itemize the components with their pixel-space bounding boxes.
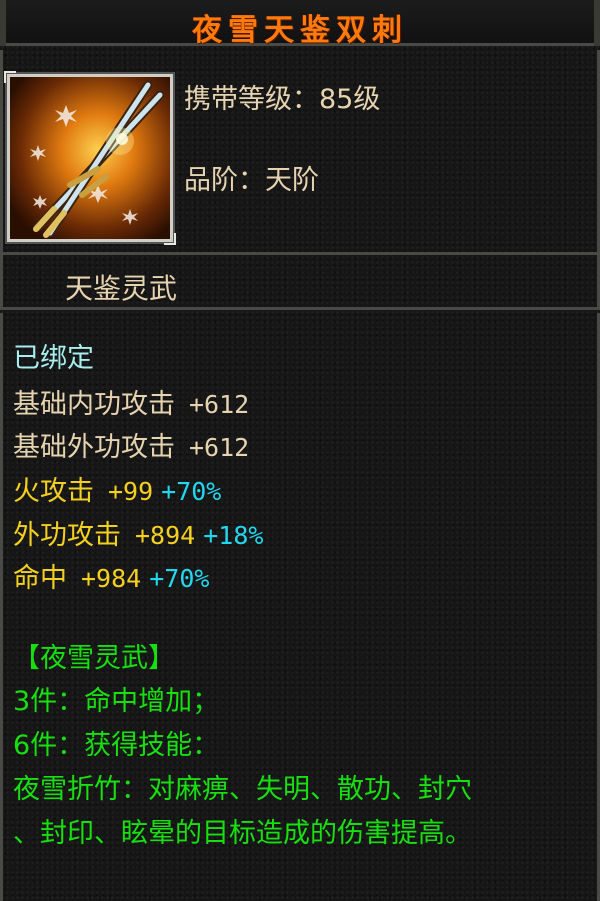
set-skill-line-1: 夜雪折竹：对麻痹、失明、散功、封穴 <box>13 774 472 805</box>
bonus-stat-value: +894 <box>135 521 196 550</box>
item-grade-value: 天阶 <box>265 165 319 196</box>
bonus-stat-name: 命中 <box>13 563 67 594</box>
item-grade-label: 品阶： <box>184 165 265 196</box>
twin-daggers-icon <box>10 77 170 239</box>
bonus-stat-name: 外功攻击 <box>13 520 121 551</box>
base-stat-name: 基础外功攻击 <box>13 432 175 463</box>
set-skill-line-2: 、封印、眩晕的目标造成的伤害提高。 <box>13 818 472 849</box>
base-stat-name: 基础内功攻击 <box>13 389 175 420</box>
item-icon-frame[interactable] <box>4 71 176 245</box>
bonus-stat-percent: +70% <box>161 477 222 506</box>
bonus-stat-value: +99 <box>108 477 154 506</box>
base-stat-row: 基础内功攻击 +612 <box>13 389 249 421</box>
bonus-stat-row: 命中 +984 +70% <box>13 563 209 595</box>
bound-status: 已绑定 <box>13 343 94 374</box>
bonus-stat-percent: +18% <box>203 521 264 550</box>
carry-level: 携带等级：85级 <box>184 77 380 116</box>
carry-level-value: 85级 <box>319 84 381 115</box>
set-title: 【夜雪灵武】 <box>13 643 175 674</box>
bonus-stat-row: 外功攻击 +894 +18% <box>13 520 263 552</box>
item-tooltip: 夜雪天鉴双刺 携带等级：85级 品阶：天阶 天鉴灵武 已绑定 基础内功攻击 +6… <box>0 0 600 901</box>
series-name: 天鉴灵武 <box>65 272 178 305</box>
set-bonus-3: 3件：命中增加； <box>13 686 220 717</box>
bonus-stat-value: +984 <box>81 564 142 593</box>
bonus-stat-row: 火攻击 +99 +70% <box>13 476 221 508</box>
set-bonus-6: 6件：获得技能： <box>13 730 220 761</box>
base-stat-value: +612 <box>189 433 250 462</box>
item-name: 夜雪天鉴双刺 <box>192 13 408 48</box>
base-stat-value: +612 <box>189 390 250 419</box>
bonus-stat-name: 火攻击 <box>13 476 94 507</box>
item-grade: 品阶：天阶 <box>184 158 319 197</box>
carry-level-label: 携带等级： <box>184 84 319 115</box>
base-stat-row: 基础外功攻击 +612 <box>13 432 249 464</box>
bonus-stat-percent: +70% <box>149 564 210 593</box>
